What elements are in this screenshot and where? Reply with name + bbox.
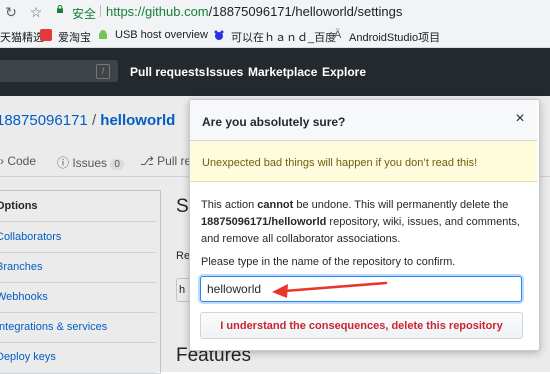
url-text[interactable]: https://github.com/18875096171/helloworl… xyxy=(106,4,402,19)
url-path: /18875096171/helloworld/settings xyxy=(208,4,403,19)
bookmark-androidstudio[interactable]: AndroidStudio项目 xyxy=(349,29,440,45)
nav-issues[interactable]: Issues xyxy=(206,65,243,79)
secure-label: 安全 xyxy=(72,7,97,21)
desc-cannot: cannot xyxy=(257,199,294,211)
close-icon[interactable]: × xyxy=(511,110,529,128)
android-icon xyxy=(99,30,107,39)
annotation-arrow-icon xyxy=(272,281,388,298)
bookmark-taobao[interactable]: 爱淘宝 xyxy=(58,29,91,45)
star-bookmark-icon[interactable]: ☆ xyxy=(28,4,44,20)
androidstudio-icon: Ä xyxy=(334,29,342,41)
bookmark-baidu[interactable]: 可以在ｈａｎｄ_百度 xyxy=(231,29,336,45)
slash-shortcut-icon: / xyxy=(96,64,110,79)
url-scheme: https:// xyxy=(106,4,146,19)
desc-pre: This action xyxy=(201,199,258,211)
dialog-title: Are you absolutely sure? xyxy=(202,115,346,129)
desc-mid: be undone. This will permanently delete … xyxy=(293,199,509,211)
nav-marketplace[interactable]: Marketplace xyxy=(248,65,317,79)
confirm-prompt: Please type in the name of the repositor… xyxy=(201,256,456,268)
bookmark-usb-host[interactable]: USB host overview xyxy=(115,29,208,41)
reload-icon[interactable]: ↻ xyxy=(3,4,19,20)
delete-repository-button[interactable]: I understand the consequences, delete th… xyxy=(200,312,523,339)
nav-explore[interactable]: Explore xyxy=(322,65,366,79)
taobao-icon xyxy=(40,29,52,41)
desc-repo: 18875096171/helloworld xyxy=(201,216,327,228)
lock-icon xyxy=(57,5,63,13)
dialog-description: This action cannot be undone. This will … xyxy=(201,197,531,248)
url-host: github.com xyxy=(145,4,209,19)
nav-pull-requests[interactable]: Pull requests xyxy=(130,65,205,79)
warning-text: Unexpected bad things will happen if you… xyxy=(202,157,478,169)
address-separator xyxy=(100,5,101,17)
baidu-icon xyxy=(214,30,224,40)
bookmark-tmall[interactable]: 天猫精选 xyxy=(0,29,44,45)
